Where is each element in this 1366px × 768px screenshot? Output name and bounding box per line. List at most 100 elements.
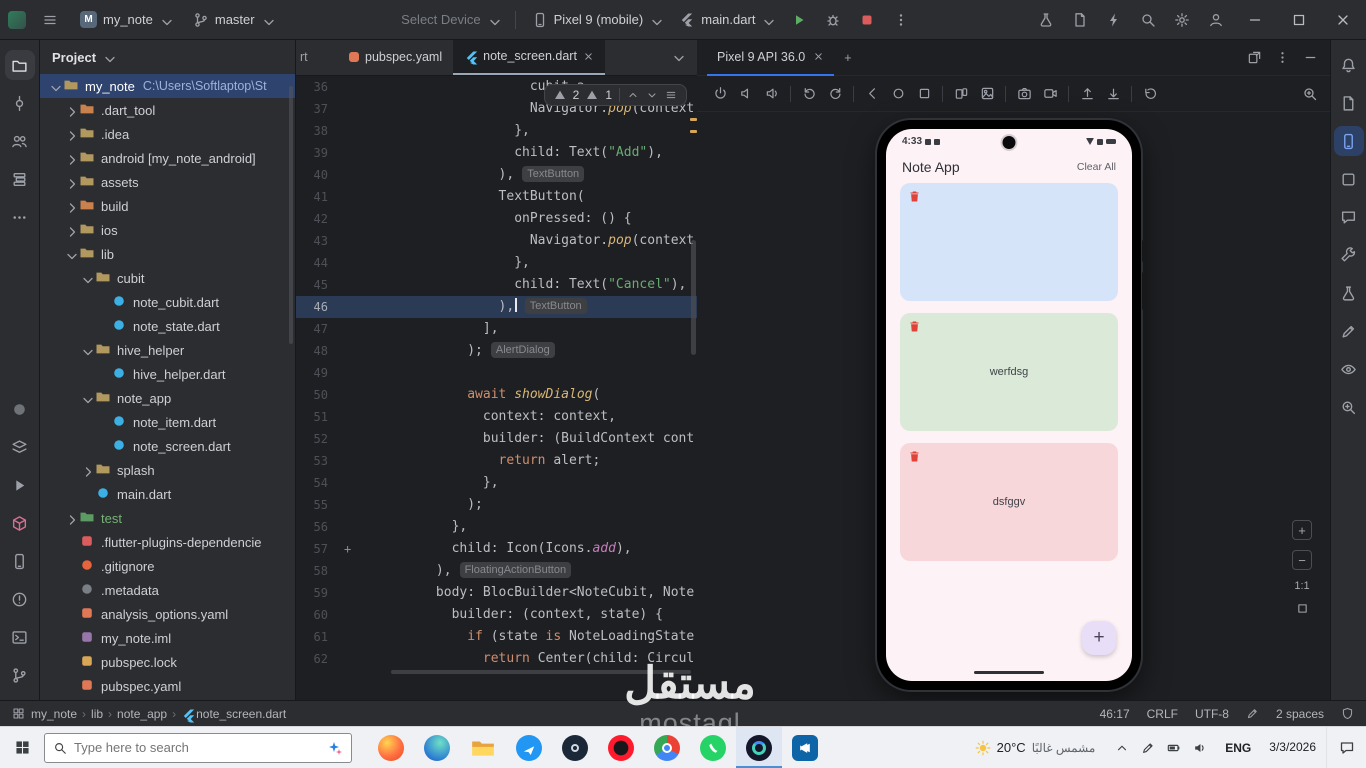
taskbar-app-vscode[interactable] bbox=[782, 727, 828, 768]
code-line-43[interactable]: 43 Navigator.pop(context bbox=[296, 230, 697, 252]
gemini-chat-tool-button[interactable] bbox=[1334, 202, 1364, 232]
tree-item-main-dart[interactable]: main.dart bbox=[40, 482, 295, 506]
window-maximize-button[interactable] bbox=[1278, 0, 1320, 40]
project-tool-button[interactable] bbox=[4, 50, 35, 80]
breadcrumb-note-app[interactable]: note_app bbox=[117, 707, 167, 721]
show-hidden-icons-chevron[interactable] bbox=[1115, 741, 1129, 755]
code-line-40[interactable]: 40 ), TextButton bbox=[296, 164, 697, 186]
add-note-fab[interactable]: + bbox=[1082, 621, 1116, 655]
taskbar-app-android-studio[interactable] bbox=[736, 726, 782, 768]
tree-item-note-screen-dart[interactable]: note_screen.dart bbox=[40, 434, 295, 458]
code-line-44[interactable]: 44 }, bbox=[296, 252, 697, 274]
prev-problem-icon[interactable] bbox=[627, 89, 639, 101]
window-close-button[interactable] bbox=[1322, 0, 1364, 40]
emulator-more-button[interactable] bbox=[1163, 81, 1189, 107]
emulator-fold-button[interactable] bbox=[948, 81, 974, 107]
emulator-volume-up-button[interactable] bbox=[759, 81, 785, 107]
settings-button[interactable] bbox=[1166, 6, 1198, 34]
main-menu-button[interactable] bbox=[34, 6, 66, 34]
structure-tool-button[interactable] bbox=[5, 164, 35, 194]
close-tab-icon[interactable] bbox=[583, 51, 594, 62]
project-widget[interactable]: M my_note bbox=[72, 6, 179, 34]
tree-item-hive-helper-dart[interactable]: hive_helper.dart bbox=[40, 362, 295, 386]
search-input[interactable] bbox=[74, 740, 320, 755]
tree-item-splash[interactable]: splash bbox=[40, 458, 295, 482]
tree-item-note-app[interactable]: note_app bbox=[40, 386, 295, 410]
problems-tool-button[interactable] bbox=[5, 584, 35, 614]
logcat-tool-button[interactable] bbox=[1334, 316, 1364, 346]
tree-item-my-note[interactable]: my_note C:\Users\Softlaptop\St bbox=[40, 74, 295, 98]
code-line-61[interactable]: 61 if (state is NoteLoadingState bbox=[296, 626, 697, 648]
services-tool-button[interactable] bbox=[5, 470, 35, 500]
stop-button[interactable] bbox=[851, 6, 883, 34]
code-line-62[interactable]: 62 return Center(child: Circul bbox=[296, 648, 697, 670]
code-line-58[interactable]: 58 ), FloatingActionButton bbox=[296, 560, 697, 582]
more-run-actions-button[interactable] bbox=[885, 6, 917, 34]
vcs-branch-widget[interactable]: master bbox=[185, 6, 281, 34]
tree-item-build[interactable]: build bbox=[40, 194, 295, 218]
action-center-button[interactable] bbox=[1326, 726, 1366, 768]
tree-item-gitignore[interactable]: .gitignore bbox=[40, 554, 295, 578]
pull-requests-tool-button[interactable] bbox=[5, 126, 35, 156]
zoom-mode-icon[interactable] bbox=[1302, 86, 1318, 102]
taskbar-app-edge[interactable] bbox=[414, 727, 460, 768]
tree-item-note-cubit-dart[interactable]: note_cubit.dart bbox=[40, 290, 295, 314]
code-line-54[interactable]: 54 }, bbox=[296, 472, 697, 494]
chevron-down-icon[interactable] bbox=[64, 248, 79, 260]
emulator-rotate-right-button[interactable] bbox=[822, 81, 848, 107]
tree-item-cubit[interactable]: cubit bbox=[40, 266, 295, 290]
hide-panel-icon[interactable] bbox=[1298, 46, 1322, 70]
start-button[interactable] bbox=[0, 727, 44, 768]
chevron-right-icon[interactable] bbox=[64, 512, 79, 525]
code-line-46[interactable]: 46 ), TextButton bbox=[296, 296, 697, 318]
notifications-tool-button[interactable] bbox=[1334, 50, 1364, 80]
emulator-rotate-left-button[interactable] bbox=[796, 81, 822, 107]
device-manager-tool-button[interactable] bbox=[1334, 164, 1364, 194]
taskbar-app-opera[interactable] bbox=[598, 727, 644, 768]
code-line-48[interactable]: 48 ); AlertDialog bbox=[296, 340, 697, 362]
volume-icon[interactable] bbox=[1193, 741, 1207, 755]
panel-options-icon[interactable] bbox=[1270, 46, 1294, 70]
editor-scrollbar[interactable] bbox=[691, 240, 696, 355]
zoom-out-button[interactable]: − bbox=[1292, 550, 1312, 570]
commit-tool-button[interactable] bbox=[5, 88, 35, 118]
tree-item-analysis-options-yaml[interactable]: analysis_options.yaml bbox=[40, 602, 295, 626]
code-line-53[interactable]: 53 return alert; bbox=[296, 450, 697, 472]
assistant-tools-tool-button[interactable] bbox=[1334, 240, 1364, 270]
emulator-download-button[interactable] bbox=[1100, 81, 1126, 107]
delete-note-icon[interactable] bbox=[908, 190, 921, 203]
code-line-45[interactable]: 45 child: Text("Cancel"), bbox=[296, 274, 697, 296]
plugins-tool-button[interactable] bbox=[1334, 392, 1364, 422]
language-indicator[interactable]: ENG bbox=[1217, 741, 1259, 755]
tree-item-flutter-plugins-dependencie[interactable]: .flutter-plugins-dependencie bbox=[40, 530, 295, 554]
gradle-tool-button[interactable] bbox=[1334, 88, 1364, 118]
chevron-down-icon[interactable] bbox=[80, 392, 95, 404]
tree-item-note-item-dart[interactable]: note_item.dart bbox=[40, 410, 295, 434]
tree-item-assets[interactable]: assets bbox=[40, 170, 295, 194]
chevron-right-icon[interactable] bbox=[64, 128, 79, 141]
pencil-icon[interactable] bbox=[1246, 707, 1259, 720]
emulator-volume-down-button[interactable] bbox=[733, 81, 759, 107]
project-scrollbar[interactable] bbox=[289, 86, 293, 344]
delete-note-icon[interactable] bbox=[908, 450, 921, 463]
tree-item-android-my-note-android[interactable]: android [my_note_android] bbox=[40, 146, 295, 170]
code-line-41[interactable]: 41 TextButton( bbox=[296, 186, 697, 208]
chevron-right-icon[interactable] bbox=[64, 104, 79, 117]
breadcrumb-my-note[interactable]: my_note bbox=[31, 707, 77, 721]
tree-item-lib[interactable]: lib bbox=[40, 242, 295, 266]
profile-button[interactable] bbox=[1200, 6, 1232, 34]
chevron-down-icon[interactable] bbox=[80, 344, 95, 356]
taskbar-app-firefox[interactable] bbox=[368, 727, 414, 768]
battery-icon[interactable] bbox=[1167, 741, 1181, 755]
emulator-upload-button[interactable] bbox=[1074, 81, 1100, 107]
error-stripe-mark[interactable] bbox=[690, 130, 697, 133]
taskbar-app-whatsapp[interactable] bbox=[690, 727, 736, 768]
run-config-selector[interactable]: main.dart bbox=[671, 6, 781, 34]
tree-item-pubspec-yaml[interactable]: pubspec.yaml bbox=[40, 674, 295, 698]
editor-horizontal-scrollbar[interactable] bbox=[391, 670, 691, 674]
editor-tab-rt[interactable]: rt bbox=[296, 40, 338, 75]
device-selector[interactable]: Pixel 9 (mobile) bbox=[524, 6, 670, 34]
hidden-tabs-icon[interactable] bbox=[661, 50, 697, 66]
code-line-50[interactable]: 50 await showDialog( bbox=[296, 384, 697, 406]
chevron-right-icon[interactable] bbox=[64, 152, 79, 165]
